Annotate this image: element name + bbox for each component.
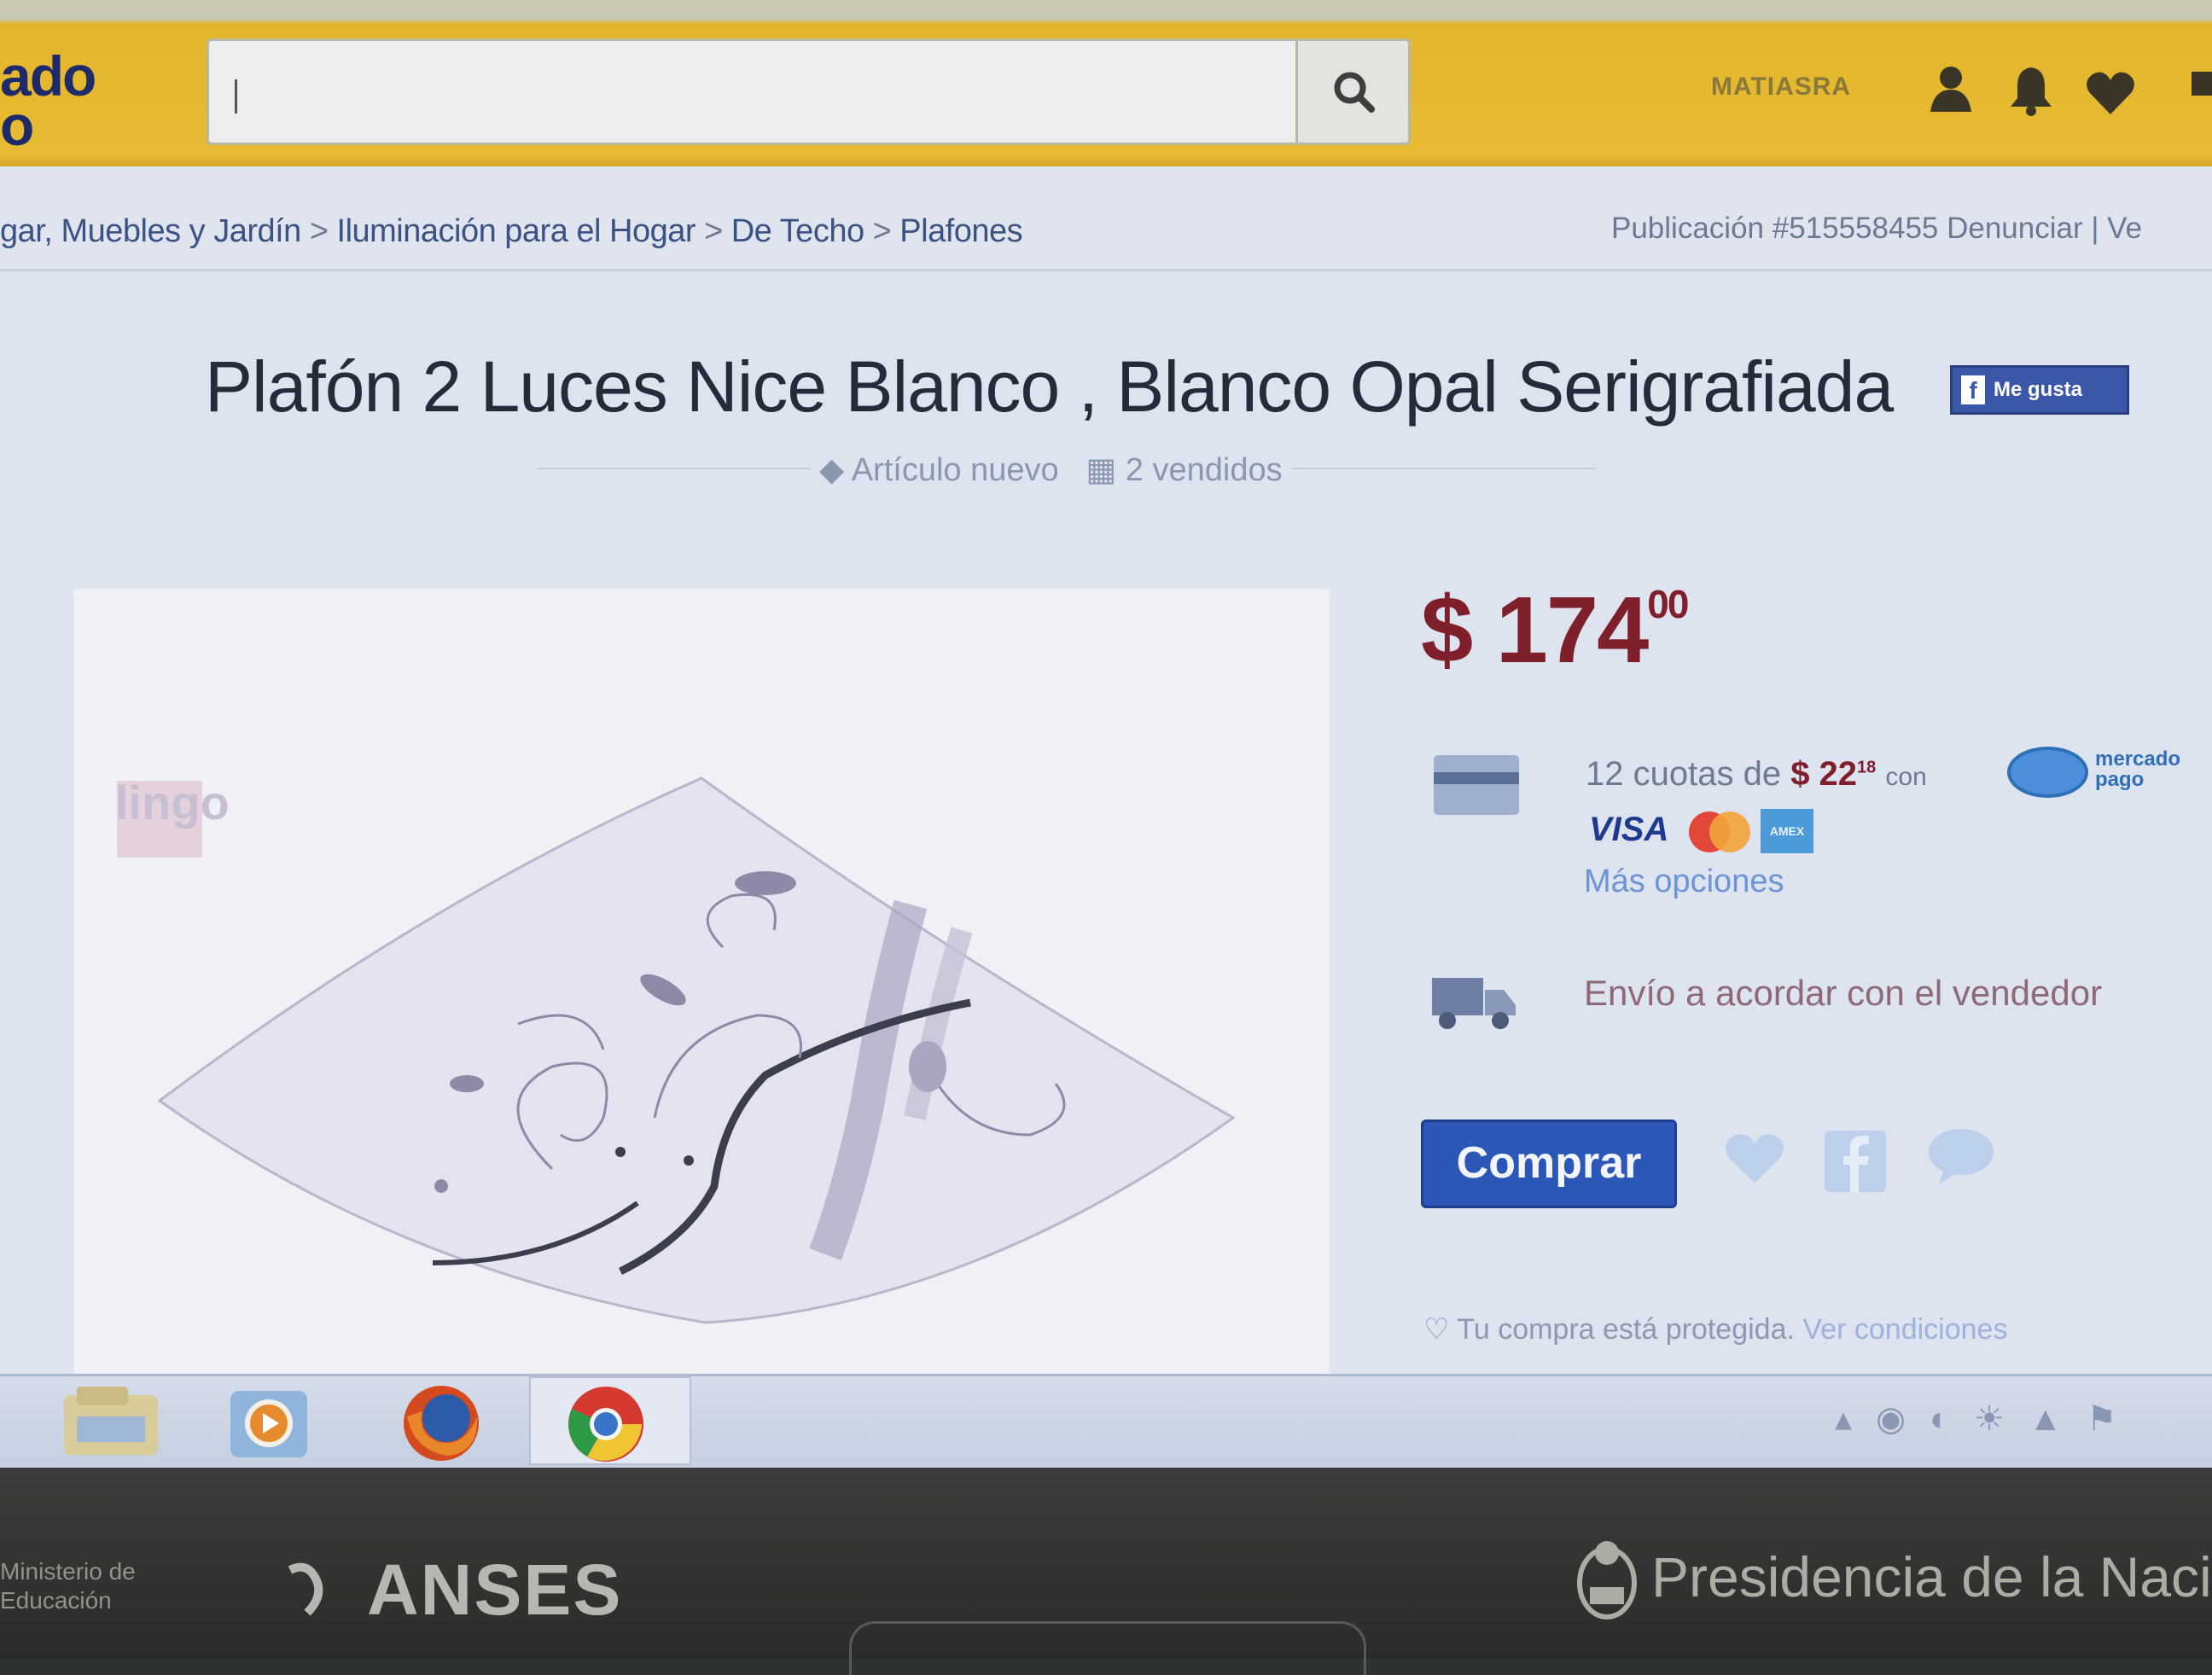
presidencia-logo: Presidencia de la Naci bbox=[1651, 1545, 2212, 1608]
product-meta: ◆ Artículo nuevo ▦ 2 vendidos bbox=[811, 451, 1291, 489]
breadcrumb-item-iluminacion[interactable]: Iluminación para el Hogar bbox=[337, 213, 696, 249]
bell-icon[interactable] bbox=[2007, 64, 2055, 117]
site-header: ado o MATIASRA bbox=[0, 0, 2212, 166]
chrome-icon bbox=[568, 1387, 643, 1462]
comment-icon[interactable] bbox=[1927, 1126, 1995, 1186]
installment-amount: $ 2218 bbox=[1790, 755, 1877, 793]
ministerio-label: Ministerio de Educación bbox=[0, 1558, 136, 1614]
facebook-like-button[interactable]: f Me gusta bbox=[1950, 365, 2129, 415]
sold-count: 2 vendidos bbox=[1125, 452, 1283, 488]
purchase-protection: ♡ Tu compra está protegida. Ver condicio… bbox=[1423, 1312, 2007, 1346]
view-conditions-link[interactable]: Ver condiciones bbox=[1802, 1313, 2007, 1346]
product-image[interactable]: lingo bbox=[73, 587, 1331, 1381]
anses-logo-icon bbox=[288, 1562, 323, 1616]
breadcrumb-separator: > bbox=[872, 213, 892, 249]
product-title: Plafón 2 Luces Nice Blanco , Blanco Opal… bbox=[205, 346, 1894, 427]
installments-prefix: 12 cuotas de bbox=[1586, 755, 1782, 793]
facebook-share-icon[interactable] bbox=[1825, 1131, 1886, 1192]
breadcrumb-separator: > bbox=[704, 213, 723, 249]
credit-card-icon bbox=[1434, 755, 1519, 815]
taskbar-chrome-active[interactable] bbox=[529, 1376, 691, 1465]
condition-label: Artículo nuevo bbox=[851, 452, 1059, 488]
like-label: Me gusta bbox=[1994, 378, 2083, 401]
shipping-info: Envío a acordar con el vendedor bbox=[1584, 973, 2103, 1013]
mercadopago-label: mercado pago bbox=[2095, 747, 2181, 791]
system-tray[interactable]: ▴◉◐☀▲⚑ bbox=[1835, 1399, 2140, 1439]
shield-icon: ♡ bbox=[1423, 1313, 1450, 1346]
facebook-icon: f bbox=[1961, 375, 1985, 404]
breadcrumb-item-de-techo[interactable]: De Techo bbox=[731, 213, 864, 249]
breadcrumb-separator: > bbox=[309, 213, 329, 249]
text-caret bbox=[235, 79, 237, 113]
file-explorer-icon[interactable] bbox=[60, 1382, 222, 1461]
visa-icon: VISA bbox=[1589, 811, 1669, 848]
buy-button[interactable]: Comprar bbox=[1421, 1120, 1677, 1208]
protected-text: Tu compra está protegida. bbox=[1457, 1313, 1795, 1346]
installments-info: 12 cuotas de $ 2218 con bbox=[1586, 755, 1927, 794]
browser-screen: ado o MATIASRA gar, Muebles y Jardín > I… bbox=[0, 0, 2212, 1468]
site-logo[interactable]: ado o bbox=[0, 48, 96, 154]
favorite-icon[interactable] bbox=[1722, 1131, 1787, 1187]
price-cents: 00 bbox=[1647, 582, 1689, 626]
publication-reference[interactable]: Publicación #515558455 Denunciar | Ve bbox=[1611, 212, 2142, 246]
breadcrumb-item-category[interactable]: gar, Muebles y Jardín bbox=[0, 213, 301, 249]
cart-icon[interactable] bbox=[2192, 68, 2212, 102]
breadcrumb: gar, Muebles y Jardín > Iluminación para e… bbox=[0, 213, 1023, 250]
lamp-image bbox=[157, 776, 1236, 1324]
installments-suffix: con bbox=[1885, 763, 1927, 791]
breadcrumb-item-plafones[interactable]: Plafones bbox=[899, 213, 1022, 249]
cart-sold-icon: ▦ bbox=[1086, 452, 1117, 488]
product-price: $ 17400 bbox=[1421, 576, 1689, 684]
heart-icon[interactable] bbox=[2084, 70, 2137, 116]
more-payment-options-link[interactable]: Más opciones bbox=[1584, 864, 1784, 900]
laptop-bezel: Ministerio de Educación ANSES Presidenci… bbox=[0, 1468, 2212, 1675]
search-icon bbox=[1334, 72, 1375, 113]
username-menu[interactable]: MATIASRA bbox=[1711, 73, 1851, 102]
amex-icon: AMEX bbox=[1761, 809, 1813, 853]
search-input[interactable] bbox=[207, 38, 1299, 145]
anses-logo: ANSES bbox=[367, 1550, 623, 1630]
tag-icon: ◆ bbox=[819, 452, 845, 488]
laptop-hinge bbox=[849, 1621, 1366, 1675]
argentina-coat-of-arms-icon bbox=[1577, 1541, 1637, 1620]
mercadopago-icon bbox=[2007, 747, 2088, 798]
user-icon[interactable] bbox=[1927, 64, 1975, 115]
mastercard-icon bbox=[1689, 811, 1750, 852]
media-player-icon[interactable] bbox=[226, 1382, 388, 1461]
truck-icon bbox=[1432, 978, 1516, 1029]
price-integer: $ 174 bbox=[1421, 578, 1649, 683]
search-button[interactable] bbox=[1295, 38, 1411, 145]
